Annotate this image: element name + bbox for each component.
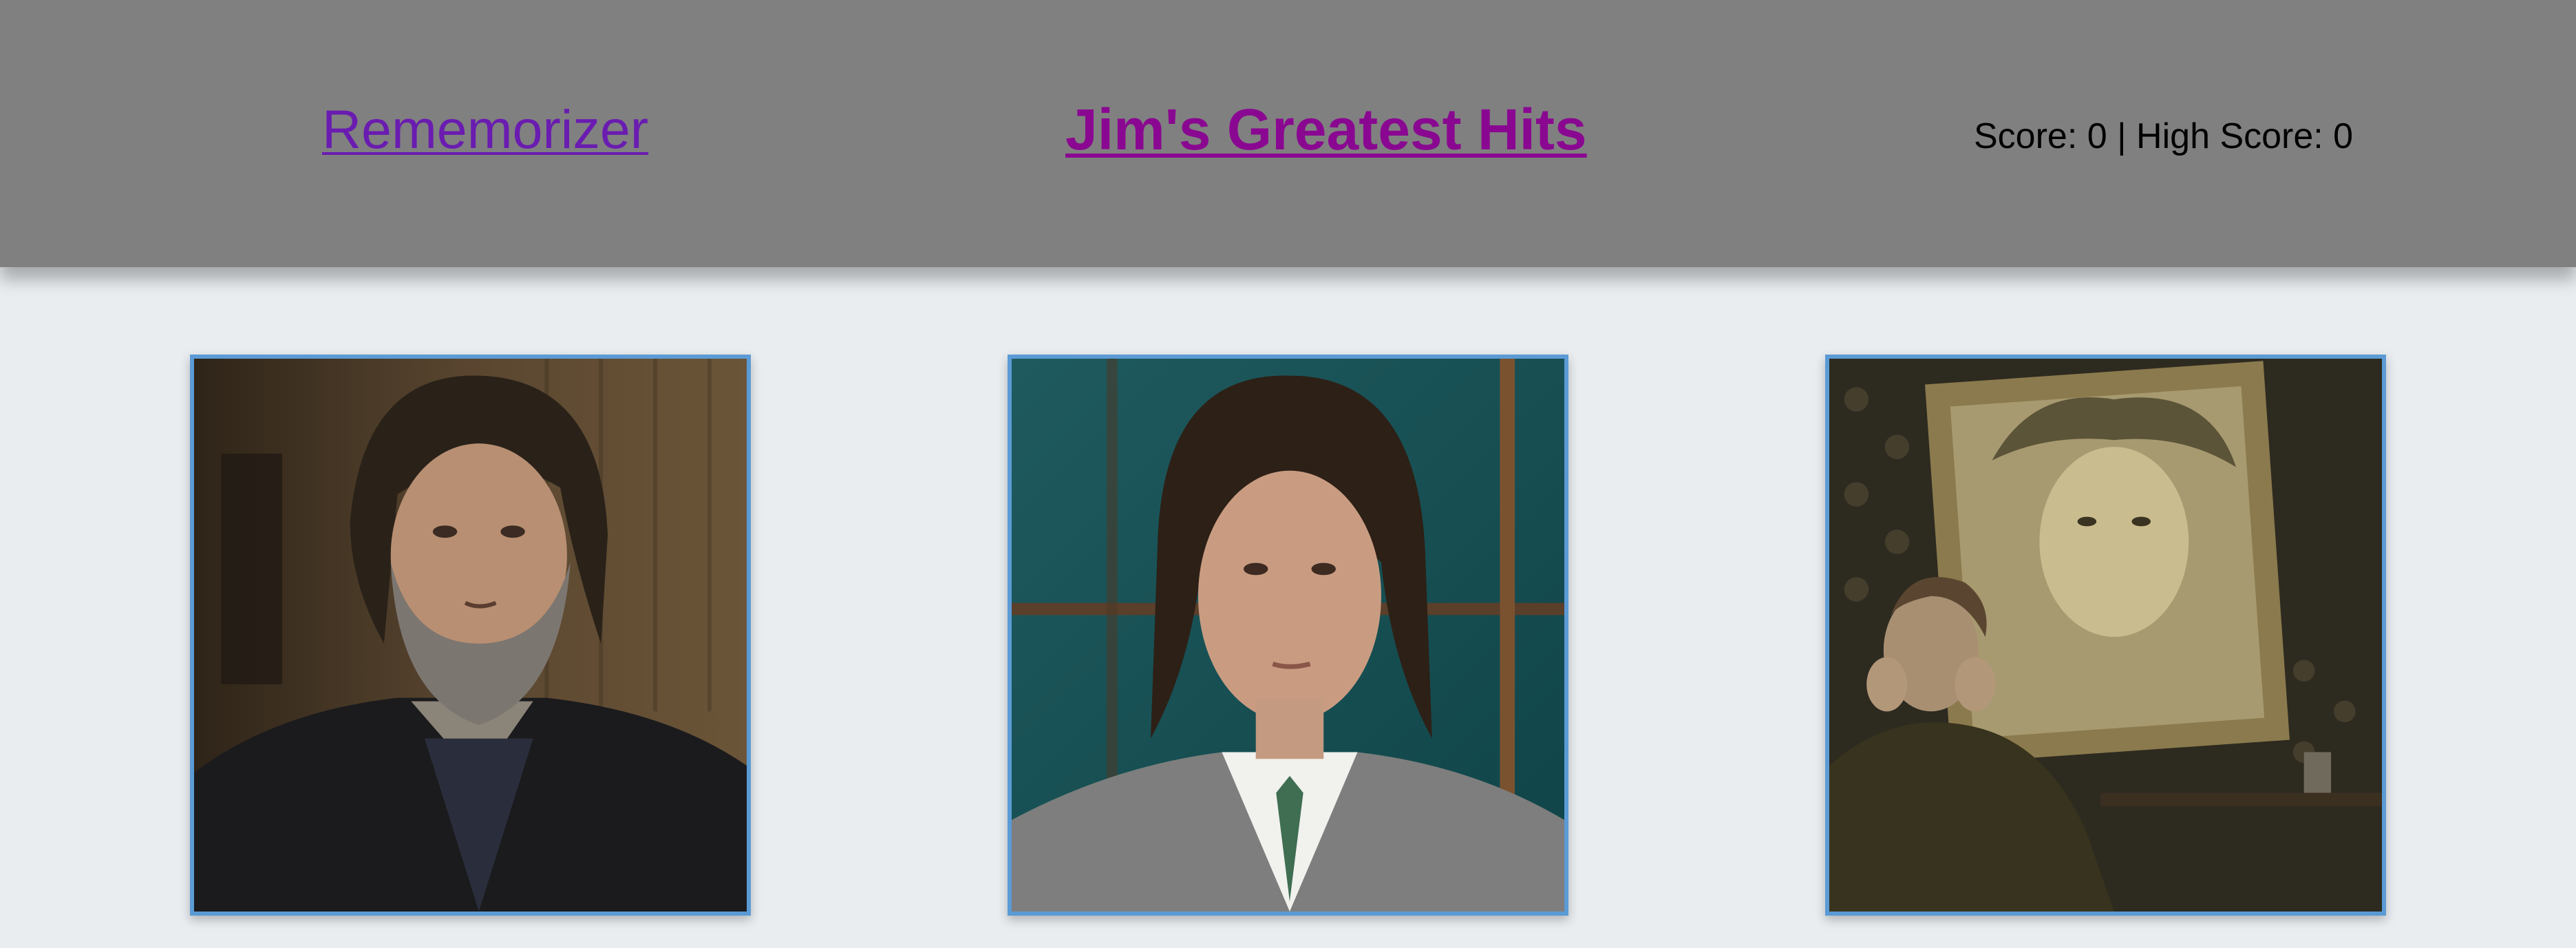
photo-card-2[interactable] [1008,355,1568,916]
suited-man-photo [1012,359,1564,912]
page-title-link[interactable]: Jim's Greatest Hits [1065,101,1587,158]
bearded-man-photo [194,359,747,912]
painting-scene-photo [1829,359,2382,912]
top-header: Rememorizer Jim's Greatest Hits Score: 0… [0,0,2576,267]
brand-link[interactable]: Rememorizer [322,102,648,156]
score-display: Score: 0 | High Score: 0 [1974,116,2354,156]
photo-card-1[interactable] [190,355,751,916]
photo-card-3[interactable] [1825,355,2386,916]
